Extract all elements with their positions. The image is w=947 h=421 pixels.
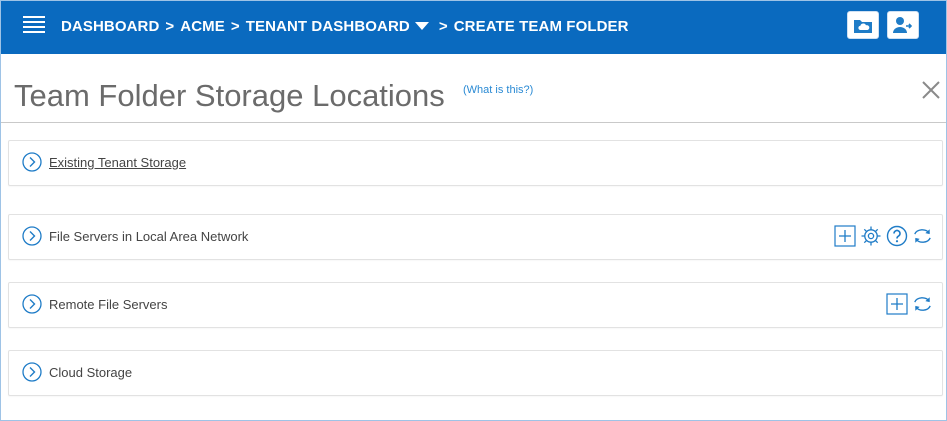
breadcrumb-tenant-dashboard[interactable]: TENANT DASHBOARD: [246, 18, 410, 35]
refresh-icon: [914, 297, 931, 311]
app-window: DASHBOARD > ACME > TENANT DASHBOARD > CR…: [0, 0, 947, 421]
settings-gear-icon: [861, 226, 880, 246]
chevron-right-icon[interactable]: [22, 362, 42, 382]
add-icon: [885, 293, 908, 315]
panel-label[interactable]: Remote File Servers: [49, 297, 167, 312]
add-button[interactable]: [885, 293, 908, 315]
help-icon: [886, 225, 907, 247]
refresh-button[interactable]: [911, 225, 934, 247]
breadcrumb-dashboard[interactable]: DASHBOARD: [61, 18, 159, 35]
what-is-this-link[interactable]: (What is this?): [463, 84, 533, 96]
user-switch-icon: [893, 17, 913, 33]
top-bar: DASHBOARD > ACME > TENANT DASHBOARD > CR…: [1, 1, 946, 54]
refresh-button[interactable]: [911, 293, 934, 315]
breadcrumb-acme[interactable]: ACME: [180, 18, 225, 35]
panel-file-servers-lan: File Servers in Local Area Network: [8, 214, 943, 260]
panel-actions: [885, 293, 934, 315]
panel-label[interactable]: Existing Tenant Storage: [49, 155, 186, 170]
panel-label[interactable]: File Servers in Local Area Network: [49, 229, 248, 244]
chevron-right-icon[interactable]: [22, 226, 42, 246]
chevron-right-icon[interactable]: [22, 152, 42, 172]
cloud-folder-icon: [854, 20, 872, 33]
breadcrumb-separator: >: [230, 17, 240, 35]
panel-label[interactable]: Cloud Storage: [49, 365, 132, 380]
add-button[interactable]: [833, 225, 856, 247]
breadcrumb-separator: >: [165, 17, 175, 35]
cloud-folder-button[interactable]: [847, 11, 879, 39]
page-title: Team Folder Storage Locations: [14, 78, 445, 113]
header-divider: [1, 122, 946, 123]
panel-existing-tenant-storage: Existing Tenant Storage: [8, 140, 943, 186]
panel-actions: [833, 225, 934, 247]
refresh-icon: [914, 229, 931, 243]
chevron-right-icon[interactable]: [22, 294, 42, 314]
caret-down-icon[interactable]: [414, 22, 429, 30]
add-icon: [833, 225, 856, 247]
breadcrumb: DASHBOARD > ACME > TENANT DASHBOARD > CR…: [61, 16, 629, 36]
help-button[interactable]: [885, 225, 908, 247]
breadcrumb-separator: >: [438, 17, 448, 35]
settings-button[interactable]: [859, 225, 882, 247]
user-switch-button[interactable]: [887, 11, 919, 39]
panel-cloud-storage: Cloud Storage: [8, 350, 943, 396]
close-icon[interactable]: [919, 78, 943, 102]
hamburger-menu-icon[interactable]: [23, 16, 45, 34]
breadcrumb-current: CREATE TEAM FOLDER: [453, 17, 629, 35]
panel-remote-file-servers: Remote File Servers: [8, 282, 943, 328]
